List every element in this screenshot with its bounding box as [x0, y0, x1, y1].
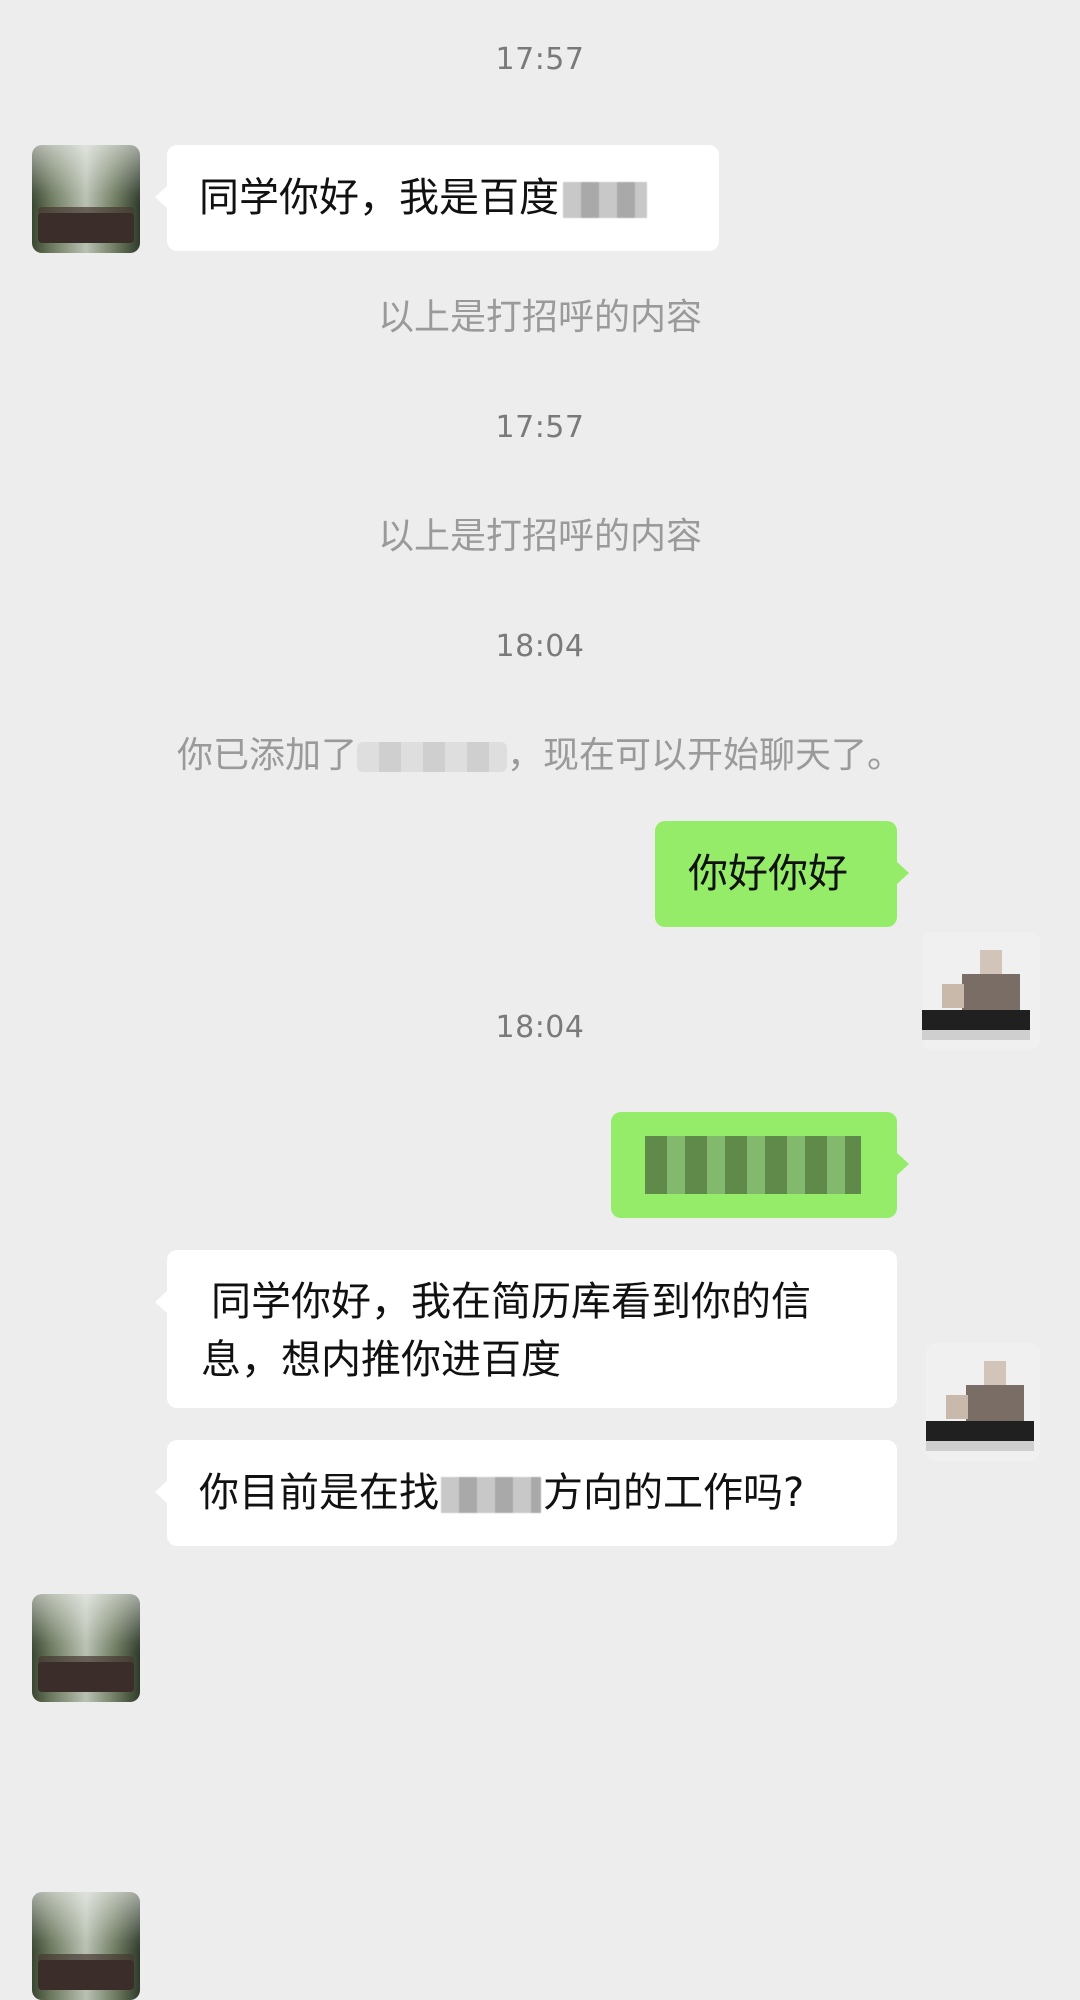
message-bubble-outgoing[interactable]: 你好你好 — [655, 821, 909, 927]
contact-avatar[interactable] — [32, 145, 140, 253]
message-text: 方向的工作吗? — [543, 1470, 805, 1516]
system-note: 以上是打招呼的内容 — [377, 516, 702, 557]
message-text: 同学你好，我是百度 — [199, 175, 559, 221]
redacted-message-content — [645, 1136, 861, 1194]
message-text-line-2: 息，想内推你进百度 — [201, 1337, 561, 1383]
message-bubble-incoming[interactable]: 你目前是在找 方向的工作吗? — [155, 1440, 897, 1546]
message-text-line-1: 同学你好，我在简历库看到你的信 — [211, 1279, 811, 1325]
system-note-added-contact: 你已添加了 ，现在可以开始聊天了。 — [0, 732, 1080, 780]
redacted-text — [441, 1477, 541, 1513]
contact-avatar[interactable] — [32, 1892, 140, 2000]
message-bubble-outgoing-redacted[interactable] — [611, 1112, 909, 1218]
redacted-text — [563, 182, 647, 218]
timestamp: 18:04 — [495, 629, 585, 664]
system-note-prefix: 你已添加了 — [176, 735, 357, 776]
system-note-suffix: ，现在可以开始聊天了。 — [507, 735, 904, 776]
system-note: 以上是打招呼的内容 — [377, 297, 702, 338]
redacted-contact-name — [357, 742, 507, 772]
message-text: 你好你好 — [688, 851, 848, 897]
chat-window: 17:57 同学你好，我是百度 以上是打招呼的内容 17:57 以上是打招呼的内… — [0, 0, 1080, 2000]
timestamp: 18:04 — [495, 1010, 585, 1045]
my-avatar[interactable] — [926, 1343, 1040, 1461]
timestamp: 17:57 — [495, 410, 585, 445]
message-bubble-incoming[interactable]: 同学你好，我是百度 — [155, 145, 719, 251]
message-bubble-incoming[interactable]: 同学你好，我在简历库看到你的信 息，想内推你进百度 — [155, 1250, 897, 1408]
message-text: 你目前是在找 — [199, 1470, 439, 1516]
timestamp: 17:57 — [495, 42, 585, 77]
contact-avatar[interactable] — [32, 1594, 140, 1702]
